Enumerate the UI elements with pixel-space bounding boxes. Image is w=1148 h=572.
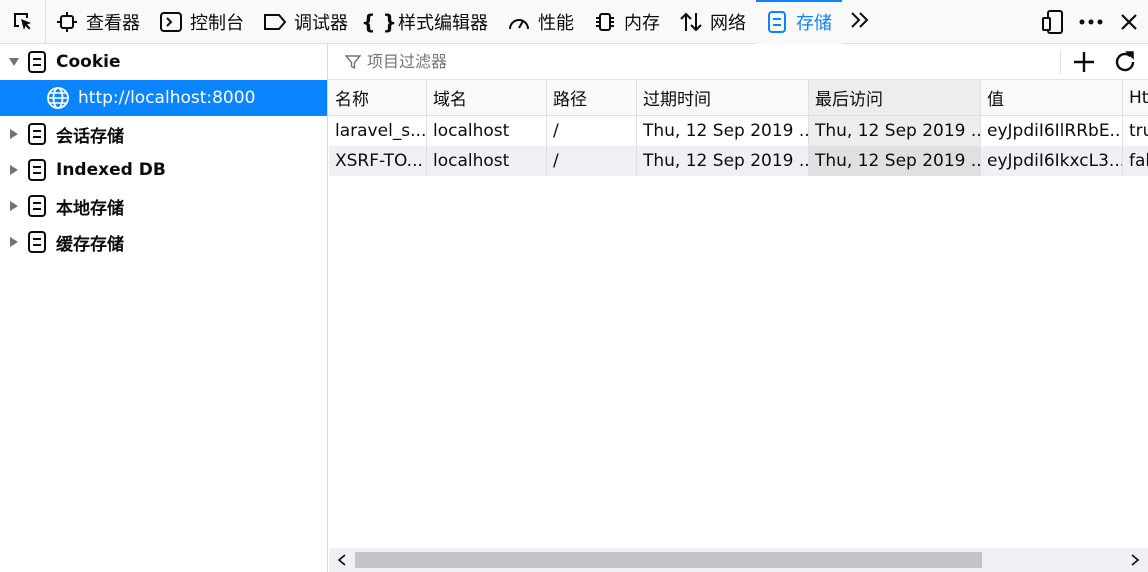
storage-icon bbox=[764, 9, 790, 35]
element-picker-icon bbox=[13, 13, 31, 30]
collapsed-arrow-icon[interactable] bbox=[0, 128, 26, 140]
tab-debugger[interactable]: 调试器 bbox=[254, 0, 358, 44]
table-cell: eyJpdiI6IlRRbE... bbox=[981, 116, 1123, 146]
devtools-toolbar: 查看器 控制台 调试器 { } 样式编辑器 性能 内存 网络 存储 bbox=[0, 0, 1148, 44]
tab-label: 样式编辑器 bbox=[398, 13, 488, 34]
tab-performance[interactable]: 性能 bbox=[498, 0, 584, 44]
tab-label: 调试器 bbox=[294, 13, 348, 34]
tab-label: 控制台 bbox=[190, 13, 244, 34]
filter-bar bbox=[329, 44, 1148, 80]
tree-item-label: 缓存存储 bbox=[56, 234, 124, 255]
memory-icon bbox=[592, 9, 618, 35]
collapsed-arrow-icon[interactable] bbox=[0, 236, 26, 248]
tree-item-label: Cookie bbox=[56, 52, 121, 72]
tab-label: 查看器 bbox=[86, 13, 140, 34]
scroll-left-arrow-icon[interactable] bbox=[332, 550, 352, 570]
column-header[interactable]: Ht bbox=[1123, 80, 1148, 115]
table-cell: Thu, 12 Sep 2019 ... bbox=[637, 116, 809, 146]
table-cell: laravel_s... bbox=[329, 116, 427, 146]
table-cell: / bbox=[547, 116, 637, 146]
responsive-design-icon bbox=[1042, 10, 1063, 34]
storage-icon bbox=[28, 231, 46, 253]
table-cell: eyJpdiI6IkxcL3... bbox=[981, 146, 1123, 176]
globe-icon bbox=[47, 87, 69, 109]
refresh-button[interactable] bbox=[1109, 48, 1141, 76]
storage-icon bbox=[28, 51, 46, 73]
inspector-icon bbox=[54, 9, 80, 35]
scrollbar-thumb[interactable] bbox=[355, 552, 982, 568]
column-header[interactable]: 名称 bbox=[329, 80, 427, 115]
tab-label: 性能 bbox=[538, 13, 574, 34]
storage-tree-sidebar: Cookie http://localhost:8000 会话存储 Indexe… bbox=[0, 44, 328, 572]
network-icon bbox=[678, 9, 704, 35]
tab-console[interactable]: 控制台 bbox=[150, 0, 254, 44]
tree-item-session-storage[interactable]: 会话存储 bbox=[0, 116, 327, 152]
horizontal-scrollbar[interactable] bbox=[329, 548, 1148, 572]
tab-storage[interactable]: 存储 bbox=[756, 0, 842, 44]
table-cell: fal bbox=[1129, 151, 1148, 171]
storage-icon bbox=[28, 123, 46, 145]
close-icon bbox=[1121, 14, 1137, 30]
refresh-icon bbox=[1115, 51, 1135, 72]
table-row[interactable]: laravel_s... localhost / Thu, 12 Sep 201… bbox=[329, 116, 1148, 146]
tree-item-cookie[interactable]: Cookie bbox=[0, 44, 327, 80]
tab-label: 网络 bbox=[710, 13, 746, 34]
responsive-design-button[interactable] bbox=[1034, 0, 1072, 44]
tree-item-label: 本地存储 bbox=[56, 198, 124, 219]
column-header[interactable]: 域名 bbox=[427, 80, 547, 115]
table-cell: / bbox=[547, 146, 637, 176]
filter-icon bbox=[345, 54, 361, 70]
column-header[interactable]: 过期时间 bbox=[637, 80, 809, 115]
more-options-button[interactable] bbox=[1072, 0, 1110, 44]
more-tabs-button[interactable] bbox=[842, 0, 878, 44]
storage-icon bbox=[28, 195, 46, 217]
table-cell: Thu, 12 Sep 2019 ... bbox=[809, 116, 981, 146]
tree-item-cache-storage[interactable]: 缓存存储 bbox=[0, 224, 327, 260]
tree-item-label: Indexed DB bbox=[56, 160, 166, 180]
table-cell: Thu, 12 Sep 2019 ... bbox=[809, 146, 981, 176]
collapsed-arrow-icon[interactable] bbox=[0, 164, 26, 176]
collapsed-arrow-icon[interactable] bbox=[0, 200, 26, 212]
add-item-button[interactable] bbox=[1069, 48, 1099, 76]
tree-item-label: 会话存储 bbox=[56, 126, 124, 147]
tab-inspector[interactable]: 查看器 bbox=[46, 0, 150, 44]
debugger-icon bbox=[262, 9, 288, 35]
plus-icon bbox=[1074, 52, 1094, 72]
table-cell: XSRF-TO... bbox=[329, 146, 427, 176]
element-picker-button[interactable] bbox=[0, 0, 46, 44]
expanded-arrow-icon[interactable] bbox=[0, 57, 26, 67]
tree-item-localhost[interactable]: http://localhost:8000 bbox=[0, 80, 327, 116]
style-editor-icon: { } bbox=[361, 10, 397, 34]
tab-label: 内存 bbox=[624, 13, 660, 34]
table-cell: localhost bbox=[427, 116, 547, 146]
storage-icon bbox=[28, 159, 46, 181]
table-cell: Thu, 12 Sep 2019 ... bbox=[637, 146, 809, 176]
table-cell: tru bbox=[1129, 121, 1148, 141]
column-header[interactable]: 路径 bbox=[547, 80, 637, 115]
tab-memory[interactable]: 内存 bbox=[584, 0, 670, 44]
tab-label: 存储 bbox=[796, 13, 832, 34]
tree-item-local-storage[interactable]: 本地存储 bbox=[0, 188, 327, 224]
tree-item-label: http://localhost:8000 bbox=[78, 88, 256, 108]
console-icon bbox=[158, 9, 184, 35]
chevron-double-right-icon bbox=[850, 11, 870, 34]
column-header[interactable]: 最后访问 bbox=[809, 80, 981, 115]
cookie-table: 名称 域名 路径 过期时间 最后访问 值 Ht laravel_s... loc… bbox=[329, 80, 1148, 176]
tree-item-indexed-db[interactable]: Indexed DB bbox=[0, 152, 327, 188]
table-cell: localhost bbox=[427, 146, 547, 176]
tab-network[interactable]: 网络 bbox=[670, 0, 756, 44]
performance-icon bbox=[506, 9, 532, 35]
table-row[interactable]: XSRF-TO... localhost / Thu, 12 Sep 2019 … bbox=[329, 146, 1148, 176]
divider bbox=[1060, 50, 1061, 74]
ellipsis-icon bbox=[1079, 19, 1103, 25]
tab-style-editor[interactable]: { } 样式编辑器 bbox=[358, 0, 498, 44]
filter-input[interactable] bbox=[367, 52, 967, 71]
scroll-right-arrow-icon[interactable] bbox=[1125, 550, 1145, 570]
storage-main-panel: 名称 域名 路径 过期时间 最后访问 值 Ht laravel_s... loc… bbox=[329, 44, 1148, 572]
column-header[interactable]: 值 bbox=[981, 80, 1123, 115]
close-devtools-button[interactable] bbox=[1110, 0, 1148, 44]
table-header: 名称 域名 路径 过期时间 最后访问 值 Ht bbox=[329, 80, 1148, 116]
toolbar-right-controls bbox=[1034, 0, 1148, 44]
